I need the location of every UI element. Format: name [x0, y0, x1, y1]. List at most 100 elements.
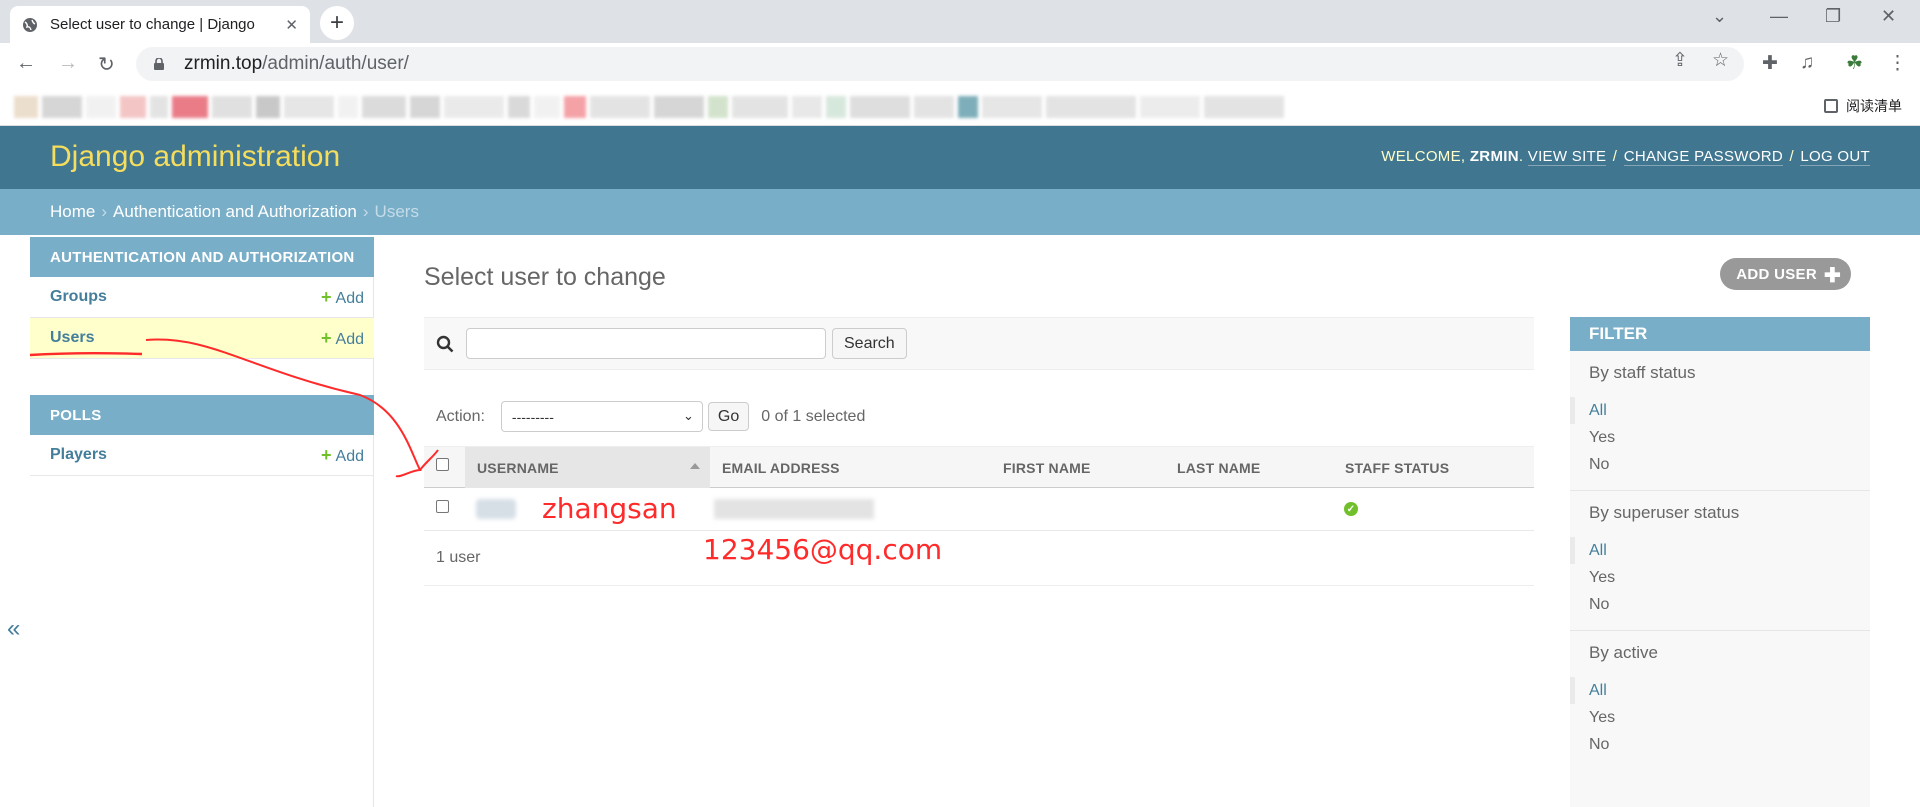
browser-tab[interactable]: Select user to change | Django ✕ — [10, 6, 310, 43]
search-icon — [436, 335, 454, 352]
select-all-checkbox[interactable] — [436, 458, 449, 471]
annotation-email: 123456@qq.com — [703, 533, 943, 566]
changelist-filter: FILTER By staff status All Yes No By sup… — [1570, 317, 1870, 807]
add-user-button[interactable]: ADD USER ✚ — [1720, 258, 1851, 290]
annotation-username: zhangsan — [542, 492, 677, 525]
filter-option[interactable]: No — [1570, 591, 1870, 618]
go-button[interactable]: Go — [707, 402, 750, 431]
address-bar[interactable]: zrmin.top/admin/auth/user/ — [136, 47, 1744, 81]
browser-toolbar: ← → ↻ zrmin.top/admin/auth/user/ ⇪ ☆ ✚ ♫… — [0, 43, 1920, 86]
filter-staff-status: By staff status All Yes No — [1570, 351, 1870, 491]
filter-active: By active All Yes No — [1570, 631, 1870, 770]
module-caption-auth[interactable]: AUTHENTICATION AND AUTHORIZATION — [30, 237, 374, 277]
url-text: zrmin.top/admin/auth/user/ — [184, 53, 409, 74]
tab-search-icon[interactable]: ⌄ — [1712, 6, 1727, 27]
breadcrumb-current: Users — [374, 202, 419, 221]
search-input[interactable] — [466, 328, 826, 359]
back-icon[interactable]: ← — [16, 52, 36, 75]
tab-title: Select user to change | Django — [50, 16, 255, 33]
profile-icon[interactable]: ☘ — [1846, 52, 1863, 75]
sidebar-collapse-button[interactable]: « — [7, 615, 20, 643]
site-branding[interactable]: Django administration — [50, 140, 340, 174]
change-password-link[interactable]: CHANGE PASSWORD — [1623, 148, 1783, 166]
admin-header: Django administration WELCOME, ZRMIN. VI… — [0, 126, 1920, 189]
nav-sidebar: AUTHENTICATION AND AUTHORIZATION Groups … — [0, 237, 374, 807]
bookmarks-bar: 阅读清单 — [0, 86, 1920, 126]
paginator: 1 user — [424, 531, 1534, 586]
plus-icon: ✚ — [1823, 265, 1841, 287]
current-username: ZRMIN — [1469, 148, 1519, 165]
action-select[interactable]: --------- ⌄ — [500, 401, 703, 432]
column-email[interactable]: EMAIL ADDRESS — [722, 460, 840, 476]
email-cell-redacted — [714, 499, 874, 519]
media-icon[interactable]: ♫ — [1800, 52, 1814, 74]
welcome-text: WELCOME, — [1381, 148, 1466, 165]
staff-yes-icon: ✓ — [1344, 502, 1358, 516]
users-add-link[interactable]: + Add — [321, 328, 364, 349]
search-button[interactable]: Search — [832, 328, 907, 359]
module-auth: AUTHENTICATION AND AUTHORIZATION Groups … — [30, 237, 374, 359]
filter-superuser-status: By superuser status All Yes No — [1570, 491, 1870, 631]
bookmark-star-icon[interactable]: ☆ — [1712, 49, 1729, 72]
view-site-link[interactable]: VIEW SITE — [1527, 148, 1607, 166]
menu-icon[interactable]: ⋮ — [1888, 52, 1907, 75]
filter-option[interactable]: All — [1570, 397, 1870, 424]
filter-option[interactable]: All — [1570, 537, 1870, 564]
add-icon: + — [321, 286, 332, 307]
players-add-link[interactable]: + Add — [321, 445, 364, 466]
column-staff-status[interactable]: STAFF STATUS — [1345, 460, 1449, 476]
username-cell-redacted[interactable] — [476, 499, 516, 519]
breadcrumb: Home › Authentication and Authorization … — [0, 189, 1920, 235]
restore-icon[interactable]: ❐ — [1825, 6, 1841, 27]
sort-asc-icon[interactable] — [690, 463, 700, 469]
add-icon: + — [321, 444, 332, 465]
reading-list-label: 阅读清单 — [1846, 98, 1902, 114]
search-toolbar: Search — [424, 317, 1534, 370]
reading-list-icon — [1824, 99, 1838, 113]
column-last-name[interactable]: LAST NAME — [1177, 460, 1260, 476]
page-title: Select user to change — [424, 263, 666, 291]
extensions-icon[interactable]: ✚ — [1762, 52, 1778, 75]
sidebar-item-groups[interactable]: Groups + Add — [30, 277, 374, 318]
filter-group-title: By active — [1589, 643, 1658, 662]
action-label: Action: — [436, 407, 485, 425]
forward-icon[interactable]: → — [58, 52, 78, 75]
minimize-icon[interactable]: — — [1770, 6, 1788, 27]
table-header: USERNAME EMAIL ADDRESS FIRST NAME LAST N… — [424, 446, 1534, 488]
lock-icon — [154, 58, 164, 70]
tab-close-icon[interactable]: ✕ — [285, 16, 298, 34]
filter-option[interactable]: All — [1570, 677, 1870, 704]
filter-option[interactable]: Yes — [1570, 564, 1870, 591]
add-icon: + — [321, 327, 332, 348]
share-icon[interactable]: ⇪ — [1672, 49, 1688, 72]
module-caption-polls[interactable]: POLLS — [30, 395, 374, 435]
column-username[interactable]: USERNAME — [477, 460, 559, 476]
logout-link[interactable]: LOG OUT — [1800, 148, 1870, 166]
selection-counter: 0 of 1 selected — [761, 407, 866, 425]
globe-icon — [23, 17, 37, 32]
filter-option[interactable]: Yes — [1570, 704, 1870, 731]
sidebar-item-users[interactable]: Users + Add — [30, 318, 374, 359]
breadcrumb-app[interactable]: Authentication and Authorization — [113, 202, 357, 222]
chevron-down-icon: ⌄ — [683, 408, 694, 423]
filter-option[interactable]: No — [1570, 731, 1870, 758]
user-tools: WELCOME, ZRMIN. VIEW SITE / CHANGE PASSW… — [1381, 148, 1870, 166]
browser-tabstrip: Select user to change | Django ✕ + ⌄ — ❐… — [0, 0, 1920, 43]
reload-icon[interactable]: ↻ — [98, 52, 115, 77]
sidebar-item-players[interactable]: Players + Add — [30, 435, 374, 476]
actions-bar: Action: --------- ⌄ Go 0 of 1 selected — [436, 401, 865, 432]
filter-group-title: By staff status — [1589, 363, 1696, 382]
bookmarks-blurred — [14, 96, 1804, 118]
reading-list[interactable]: 阅读清单 — [1824, 96, 1902, 116]
breadcrumb-home[interactable]: Home — [50, 202, 95, 222]
filter-option[interactable]: Yes — [1570, 424, 1870, 451]
column-first-name[interactable]: FIRST NAME — [1003, 460, 1091, 476]
changelist: Search Action: --------- ⌄ Go 0 of 1 sel… — [424, 317, 1534, 586]
filter-option[interactable]: No — [1570, 451, 1870, 478]
filter-group-title: By superuser status — [1589, 503, 1740, 522]
window-close-icon[interactable]: ✕ — [1881, 6, 1896, 27]
filter-title: FILTER — [1570, 317, 1870, 351]
groups-add-link[interactable]: + Add — [321, 287, 364, 308]
new-tab-button[interactable]: + — [320, 6, 354, 40]
row-checkbox[interactable] — [436, 500, 449, 513]
